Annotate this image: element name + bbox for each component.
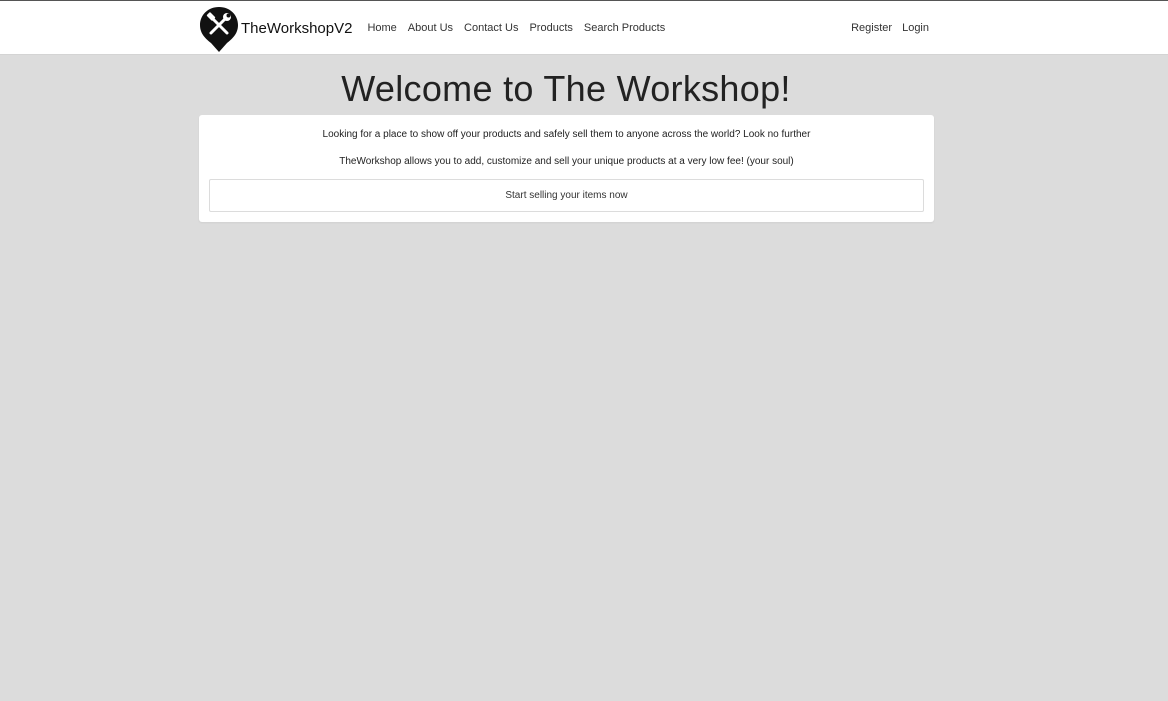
nav-link-home[interactable]: Home bbox=[367, 22, 396, 34]
nav-link-contact-us[interactable]: Contact Us bbox=[464, 22, 518, 34]
nav-link-products[interactable]: Products bbox=[529, 22, 572, 34]
navbar-container: TheWorkshopV2 Home About Us Contact Us P… bbox=[198, 1, 933, 55]
description-text: TheWorkshop allows you to add, customize… bbox=[339, 156, 794, 167]
brand-link[interactable]: TheWorkshopV2 bbox=[198, 3, 352, 53]
account-nav-links: Register Login bbox=[841, 22, 933, 34]
start-selling-button[interactable]: Start selling your items now bbox=[209, 179, 924, 212]
main-nav-links: Home About Us Contact Us Products Search… bbox=[367, 22, 676, 34]
nav-link-login[interactable]: Login bbox=[902, 22, 929, 34]
nav-link-search-products[interactable]: Search Products bbox=[584, 22, 665, 34]
nav-link-about-us[interactable]: About Us bbox=[408, 22, 453, 34]
nav-link-register[interactable]: Register bbox=[851, 22, 892, 34]
top-navbar: TheWorkshopV2 Home About Us Contact Us P… bbox=[0, 0, 1168, 55]
intro-text: Looking for a place to show off your pro… bbox=[322, 129, 811, 140]
page-title: Welcome to The Workshop! bbox=[341, 68, 791, 109]
welcome-card: Looking for a place to show off your pro… bbox=[199, 115, 934, 222]
brand-name: TheWorkshopV2 bbox=[241, 19, 353, 37]
wrench-hammer-pin-icon bbox=[200, 7, 238, 52]
